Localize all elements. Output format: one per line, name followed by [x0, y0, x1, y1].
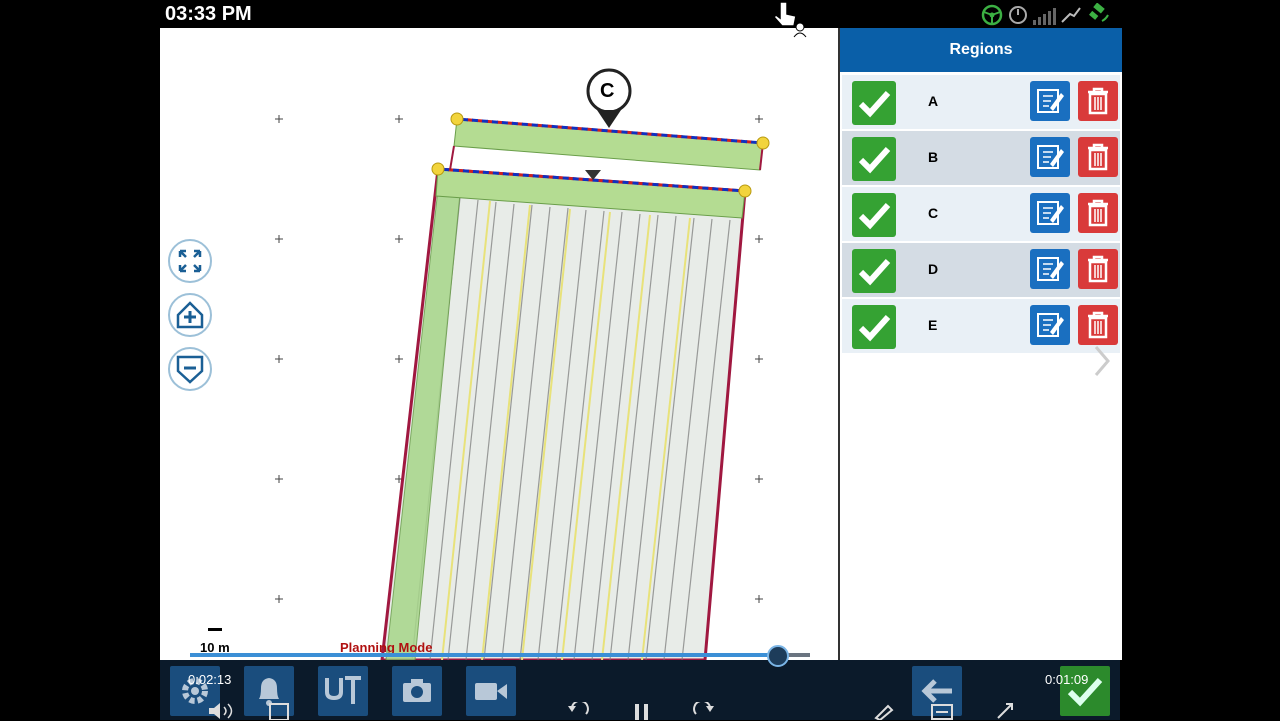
edit-icon [1037, 201, 1064, 225]
signal-bars-icon [1033, 8, 1056, 25]
region-toggle-checkbox[interactable] [852, 249, 896, 293]
home-minus-icon [176, 355, 204, 384]
map-canvas[interactable] [160, 28, 838, 660]
delete-region-button[interactable] [1078, 137, 1118, 177]
volume-icon[interactable] [205, 702, 235, 720]
region-row[interactable]: E [842, 299, 1120, 353]
trash-icon [1088, 143, 1108, 171]
remaining-time: 0:01:09 [1045, 672, 1089, 687]
region-toggle-checkbox[interactable] [852, 81, 896, 125]
ut-icon [325, 676, 361, 704]
region-row[interactable]: C [842, 187, 1120, 241]
regions-panel-title: Regions [840, 28, 1122, 72]
region-name: C [928, 205, 939, 221]
scale-bar [208, 628, 222, 631]
seek-progress [190, 653, 777, 657]
trash-icon [1088, 255, 1108, 283]
region-name: E [928, 317, 938, 333]
edit-region-button[interactable] [1030, 305, 1070, 345]
pause-icon[interactable] [632, 702, 652, 720]
trash-icon [1088, 87, 1108, 115]
rewind-icon[interactable] [566, 702, 594, 720]
ut-button[interactable] [318, 666, 368, 716]
delete-region-button[interactable] [1078, 81, 1118, 121]
trash-icon [1088, 311, 1108, 339]
check-icon [858, 90, 891, 118]
edit-region-button[interactable] [1030, 193, 1070, 233]
video-icon [475, 683, 507, 700]
video-button[interactable] [466, 666, 516, 716]
status-bar: 03:33 PM [160, 0, 1120, 28]
camera-icon [403, 679, 431, 702]
steering-wheel-icon [981, 4, 1003, 26]
region-name: B [928, 149, 939, 165]
pen-icon[interactable] [872, 702, 896, 720]
regions-panel: Regions A B C D E [838, 28, 1122, 660]
home-plus-icon [176, 301, 204, 329]
region-toggle-checkbox[interactable] [852, 193, 896, 237]
region-name: D [928, 261, 939, 277]
delete-region-button[interactable] [1078, 305, 1118, 345]
edit-icon [1037, 145, 1064, 169]
screenshot-button[interactable] [392, 666, 442, 716]
region-row[interactable]: A [842, 75, 1120, 129]
region-marker-label: C [600, 80, 615, 102]
zoom-extents-button[interactable] [168, 239, 212, 283]
region-row[interactable]: D [842, 243, 1120, 297]
clock: 03:33 PM [165, 3, 252, 25]
check-icon [858, 314, 891, 342]
home-minus-button[interactable] [168, 347, 212, 391]
trash-icon [1088, 199, 1108, 227]
delete-region-button[interactable] [1078, 249, 1118, 289]
region-toggle-checkbox[interactable] [852, 305, 896, 349]
antenna-icon [1061, 7, 1081, 23]
edit-icon [1037, 89, 1064, 113]
chevron-right-icon[interactable] [1092, 344, 1112, 378]
seek-handle[interactable] [766, 645, 789, 667]
forward-icon[interactable] [688, 702, 716, 720]
edit-region-button[interactable] [1030, 249, 1070, 289]
satellite-icon [1089, 3, 1109, 22]
edit-region-button[interactable] [1030, 137, 1070, 177]
caption-icon[interactable] [930, 702, 954, 720]
edit-icon [1037, 257, 1064, 281]
region-name: A [928, 93, 939, 109]
region-row[interactable]: B [842, 131, 1120, 185]
fullscreen-icon[interactable] [994, 702, 1018, 720]
hand-cursor-icon [772, 1, 807, 38]
elapsed-time: 0:02:13 [188, 672, 232, 687]
edit-region-button[interactable] [1030, 81, 1070, 121]
check-icon [858, 146, 891, 174]
region-toggle-checkbox[interactable] [852, 137, 896, 181]
home-plus-button[interactable] [168, 293, 212, 337]
check-icon [858, 258, 891, 286]
check-icon [858, 202, 891, 230]
status-icons [980, 3, 1112, 27]
stop-icon[interactable] [268, 702, 292, 720]
delete-region-button[interactable] [1078, 193, 1118, 233]
gauge-icon [1009, 6, 1027, 24]
edit-icon [1037, 313, 1064, 337]
field-map[interactable]: C 10 m Planning Mode [160, 28, 838, 660]
zoom-extents-icon [178, 249, 202, 273]
